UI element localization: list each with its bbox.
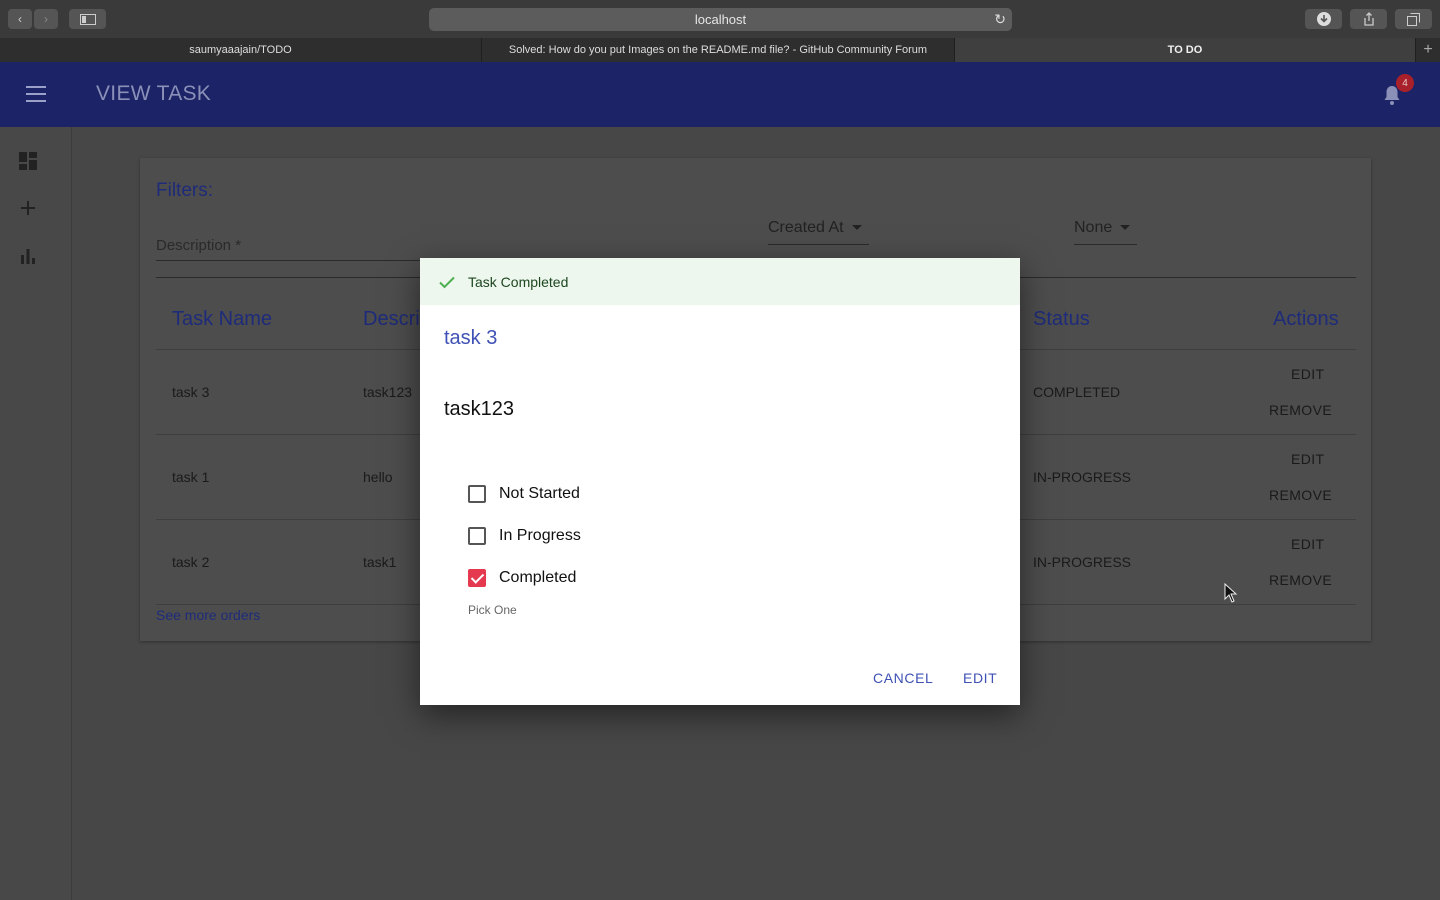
alert-message: Task Completed: [468, 273, 569, 290]
sidebar-toggle-icon[interactable]: [69, 9, 106, 29]
checkmark-icon: [439, 276, 455, 288]
dialog-title: task 3: [444, 327, 498, 349]
app-bar: VIEW TASK: [0, 62, 1440, 127]
checkbox-icon[interactable]: [468, 527, 486, 545]
share-icon[interactable]: [1350, 9, 1387, 29]
dialog-edit-button[interactable]: EDIT: [963, 670, 997, 686]
status-filter-underline: [1074, 244, 1137, 245]
chevron-down-icon: [851, 225, 862, 231]
edit-button[interactable]: EDIT: [1291, 536, 1325, 552]
description-field-label[interactable]: Description *: [156, 237, 241, 254]
checkbox-in-progress[interactable]: In Progress: [468, 524, 581, 548]
filters-title: Filters:: [156, 180, 213, 201]
status-filter-select[interactable]: None: [1074, 219, 1131, 237]
notification-badge: 4: [1396, 74, 1414, 92]
checkbox-label: Not Started: [499, 485, 580, 502]
remove-button[interactable]: REMOVE: [1269, 572, 1332, 588]
task-description-cell: hello: [363, 469, 393, 485]
browser-tab-bar: saumyaaajain/TODO Solved: How do you put…: [0, 38, 1440, 62]
task-name-cell: task 3: [172, 384, 210, 400]
checkbox-checked-icon[interactable]: [468, 569, 486, 587]
status-filter-value: None: [1074, 219, 1113, 236]
new-tab-icon[interactable]: +: [1416, 38, 1440, 62]
task-status-cell: IN-PROGRESS: [1033, 554, 1132, 570]
dialog-description: task123: [444, 398, 515, 420]
checkbox-not-started[interactable]: Not Started: [468, 482, 580, 506]
checkbox-label: In Progress: [499, 527, 581, 544]
success-alert: Task Completed: [420, 258, 1020, 305]
browser-tab[interactable]: saumyaaajain/TODO: [0, 38, 482, 62]
mouse-cursor-icon: [1224, 583, 1238, 603]
checkbox-icon[interactable]: [468, 485, 486, 503]
tabs-overview-icon[interactable]: [1395, 9, 1432, 29]
remove-button[interactable]: REMOVE: [1269, 402, 1332, 418]
task-description-cell: task123: [363, 384, 413, 400]
see-more-link[interactable]: See more orders: [156, 607, 260, 623]
edit-task-dialog: Task Completed task 3 task123 Not Starte…: [420, 258, 1020, 705]
task-name-cell: task 1: [172, 469, 210, 485]
edit-button[interactable]: EDIT: [1291, 451, 1325, 467]
column-header-status: Status: [1033, 308, 1090, 330]
bar-chart-icon[interactable]: [18, 246, 38, 266]
sidebar: [0, 127, 72, 900]
dashboard-icon[interactable]: [18, 151, 38, 171]
menu-icon[interactable]: [26, 86, 46, 102]
cancel-button[interactable]: CANCEL: [873, 670, 933, 686]
description-field-underline: [156, 260, 426, 261]
task-status-cell: COMPLETED: [1033, 384, 1121, 400]
chevron-down-icon: [1120, 225, 1131, 231]
edit-button[interactable]: EDIT: [1291, 366, 1325, 382]
column-header-description: Descri: [363, 308, 420, 330]
column-header-actions: Actions: [1273, 308, 1339, 330]
checkbox-completed[interactable]: Completed: [468, 566, 576, 590]
column-header-task-name: Task Name: [172, 308, 273, 330]
task-description-cell: task1: [363, 554, 397, 570]
task-status-cell: IN-PROGRESS: [1033, 469, 1132, 485]
sort-select-underline: [768, 244, 869, 245]
browser-tab-label: saumyaaajain/TODO: [189, 44, 292, 56]
browser-tab-label: Solved: How do you put Images on the REA…: [508, 44, 928, 56]
reload-icon[interactable]: ↻: [994, 11, 1006, 28]
back-icon[interactable]: ‹: [8, 9, 32, 29]
sort-select[interactable]: Created At: [768, 219, 862, 237]
add-icon[interactable]: [18, 198, 38, 218]
browser-tab-label: TO DO: [1167, 44, 1203, 56]
browser-toolbar: ‹ › localhost ↻: [0, 0, 1440, 38]
page-title: VIEW TASK: [96, 82, 212, 105]
downloads-icon[interactable]: [1305, 9, 1342, 29]
browser-tab[interactable]: Solved: How do you put Images on the REA…: [482, 38, 955, 62]
address-bar[interactable]: localhost ↻: [429, 8, 1012, 31]
url-text: localhost: [694, 12, 747, 27]
browser-tab-active[interactable]: TO DO: [955, 38, 1416, 62]
sort-select-value: Created At: [768, 219, 844, 236]
forward-icon[interactable]: ›: [34, 9, 58, 29]
task-name-cell: task 2: [172, 554, 210, 570]
helper-text: Pick One: [468, 603, 517, 617]
checkbox-label: Completed: [499, 569, 577, 586]
remove-button[interactable]: REMOVE: [1269, 487, 1332, 503]
